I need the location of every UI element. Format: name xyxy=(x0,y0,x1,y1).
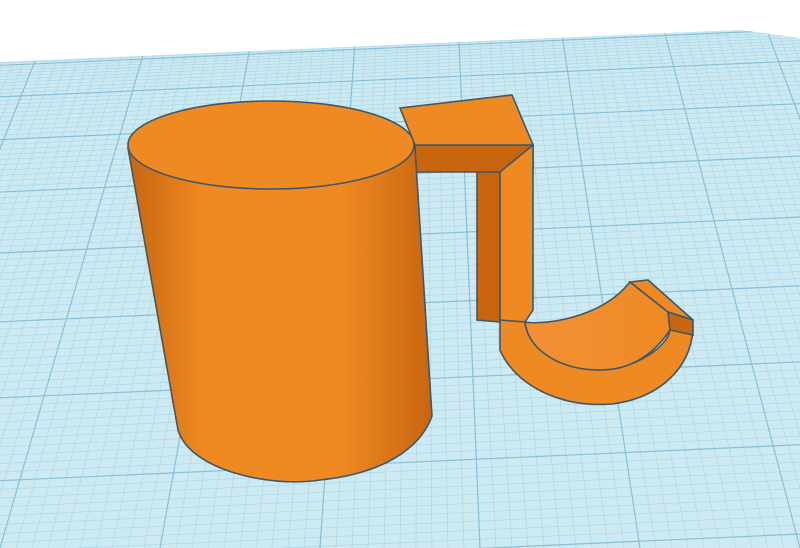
3d-viewport[interactable] xyxy=(0,0,800,548)
handle-vertical-arm-side[interactable] xyxy=(476,171,501,323)
handle-vertical-arm-front[interactable] xyxy=(499,143,534,323)
mug-body-top-face[interactable] xyxy=(127,100,415,190)
3d-scene[interactable] xyxy=(0,0,800,548)
